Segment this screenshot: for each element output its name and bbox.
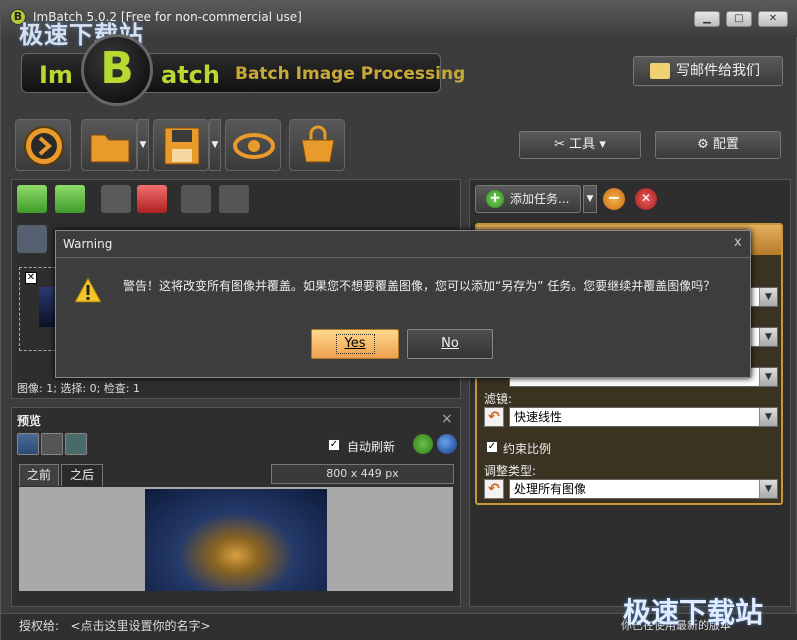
- preview-dimensions: 800 x 449 px: [271, 464, 454, 484]
- delete-task-icon[interactable]: ✕: [635, 188, 657, 210]
- eye-icon: [233, 133, 275, 159]
- license-name-link[interactable]: <点击这里设置你的名字>: [71, 619, 211, 633]
- license-label: 授权给:: [19, 619, 60, 633]
- config-button[interactable]: ⚙ 配置: [655, 131, 781, 159]
- move-down-icon[interactable]: [219, 185, 249, 213]
- filter-value: 快速线性: [514, 410, 563, 424]
- config-label: 配置: [712, 137, 739, 152]
- chevron-down-icon: ▼: [759, 328, 777, 346]
- watermark-bottom: 极速下载站: [623, 596, 764, 629]
- brand-subtitle: Batch Image Processing: [235, 64, 466, 84]
- dialog-title: Warning: [63, 237, 113, 251]
- chevron-down-icon: ▼: [759, 408, 777, 426]
- zoom-icon[interactable]: [17, 433, 39, 455]
- open-folder-dropdown[interactable]: ▼: [137, 119, 149, 171]
- adjust-type-select[interactable]: 处理所有图像 ▼: [509, 479, 778, 499]
- open-folder-button[interactable]: [81, 119, 137, 171]
- filter-label: 滤镜:: [484, 392, 513, 406]
- dialog-message: 警告！这将改变所有图像并覆盖。如果您不想要覆盖图像，您可以添加“另存为” 任务。…: [123, 279, 716, 293]
- add-task-dropdown[interactable]: ▼: [583, 185, 597, 213]
- play-arrow-icon: [24, 126, 64, 166]
- minimize-button[interactable]: ▁: [694, 11, 720, 27]
- maximize-button[interactable]: □: [726, 11, 752, 27]
- floppy-disk-icon: [164, 127, 200, 165]
- reset-arrow-icon[interactable]: ↶: [484, 479, 504, 499]
- shopping-basket-icon: [301, 125, 335, 163]
- keep-ratio-checkbox[interactable]: ✓: [486, 441, 498, 453]
- main-window: B ImBatch 5.0.2 [Free for non-commercial…: [0, 0, 797, 640]
- warning-dialog: [55, 230, 751, 378]
- reset-arrow-icon[interactable]: ↶: [484, 407, 504, 427]
- preview-title: 预览: [17, 414, 42, 428]
- dialog-divider: [56, 257, 750, 258]
- close-button[interactable]: ✕: [758, 11, 788, 27]
- wrench-icon: ✂: [554, 137, 570, 152]
- add-image-icon[interactable]: [17, 185, 47, 213]
- adjust-type-value: 处理所有图像: [514, 482, 587, 496]
- brand-im: Im: [39, 61, 73, 89]
- no-button[interactable]: No: [407, 329, 493, 359]
- thumbnail-check-icon[interactable]: ✕: [25, 272, 37, 284]
- auto-refresh-checkbox[interactable]: ✓: [328, 439, 340, 451]
- tab-before[interactable]: 之前: [19, 464, 59, 486]
- chevron-down-icon: ▼: [759, 288, 777, 306]
- brand-logo-b: B: [81, 34, 153, 106]
- hand-icon[interactable]: [41, 433, 63, 455]
- filter-select[interactable]: 快速线性 ▼: [509, 407, 778, 427]
- fit-icon[interactable]: [65, 433, 87, 455]
- remove-task-icon[interactable]: −: [603, 188, 625, 210]
- envelope-icon: [650, 63, 670, 79]
- preview-button[interactable]: [225, 119, 281, 171]
- move-up-icon[interactable]: [181, 185, 211, 213]
- license-info[interactable]: 授权给: <点击这里设置你的名字>: [19, 617, 211, 634]
- adjust-type-label: 调整类型:: [484, 464, 537, 478]
- keep-ratio-label: 约束比例: [503, 442, 552, 456]
- brand-atch: atch: [161, 61, 220, 89]
- tab-after[interactable]: 之后: [61, 464, 103, 486]
- auto-refresh-label: 自动刷新: [347, 440, 396, 454]
- delete-all-icon[interactable]: [137, 185, 167, 213]
- image-tools-icon[interactable]: [17, 225, 47, 253]
- dialog-close-icon[interactable]: x: [734, 235, 742, 250]
- add-task-label: 添加任务...: [510, 192, 570, 206]
- gear-icon: ⚙: [697, 137, 713, 152]
- preview-image: [145, 489, 327, 591]
- yes-button[interactable]: Yes: [311, 329, 399, 359]
- yes-label: Yes: [335, 334, 375, 354]
- chevron-down-icon: ▼: [759, 368, 777, 386]
- chevron-down-icon: ▾: [595, 137, 606, 152]
- warning-icon: [74, 276, 102, 303]
- plus-circle-icon: +: [486, 190, 504, 208]
- globe-icon[interactable]: [437, 434, 457, 454]
- folder-icon: [90, 134, 130, 163]
- shop-button[interactable]: [289, 119, 345, 171]
- preview-close-icon[interactable]: ×: [441, 411, 453, 427]
- remove-image-icon[interactable]: [101, 185, 131, 213]
- run-button[interactable]: [15, 119, 71, 171]
- chevron-down-icon: ▼: [759, 480, 777, 498]
- tools-label: 工具: [569, 137, 596, 152]
- images-stats: 图像: 1; 选择: 0; 检查: 1: [17, 382, 141, 395]
- save-button[interactable]: [153, 119, 209, 171]
- refresh-icon[interactable]: [413, 434, 433, 454]
- add-folder-icon[interactable]: [55, 185, 85, 213]
- write-email-label: 写邮件给我们: [676, 63, 760, 79]
- save-dropdown[interactable]: ▼: [209, 119, 221, 171]
- tools-menu-button[interactable]: ✂ 工具 ▾: [519, 131, 641, 159]
